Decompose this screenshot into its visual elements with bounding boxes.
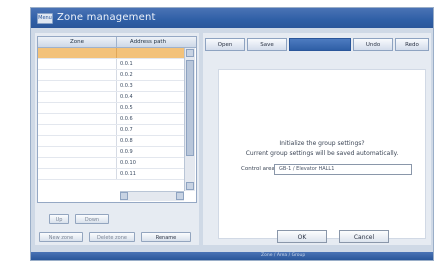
window-title: Zone management [57, 12, 156, 23]
zone-cell [38, 169, 117, 179]
table-row[interactable]: 0.0.1 [38, 59, 186, 70]
status-bar: Zone / Area / Group [31, 252, 433, 260]
menu-button[interactable]: Menu [37, 13, 53, 24]
config-label: Control area [241, 166, 275, 172]
cancel-button[interactable]: Cancel [339, 230, 389, 243]
zone-cell [38, 147, 117, 157]
dialog-note: Current group settings will be saved aut… [245, 150, 399, 157]
table-row[interactable]: 0.0.4 [38, 92, 186, 103]
app-window: Menu Zone management Zone Address path 0… [30, 7, 434, 261]
address-cell: 0.0.11 [120, 171, 136, 177]
zone-cell [38, 125, 117, 135]
table-row[interactable]: 0.0.6 [38, 114, 186, 125]
config-field[interactable]: GB-1 / Elevator HALL1 [274, 164, 412, 175]
table-row[interactable]: 0.0.5 [38, 103, 186, 114]
table-row[interactable]: 0.0.3 [38, 81, 186, 92]
dialog-question: Initialize the group settings? [279, 140, 365, 147]
table-header: Zone Address path [38, 37, 196, 48]
address-cell: 0.0.1 [120, 61, 133, 67]
redo-button[interactable]: Redo [395, 38, 429, 51]
address-cell: 0.0.6 [120, 116, 133, 122]
title-bar: Menu Zone management [31, 8, 433, 28]
zone-cell [38, 70, 117, 80]
address-cell: 0.0.8 [120, 138, 133, 144]
zone-cell [38, 136, 117, 146]
address-cell [120, 48, 180, 58]
address-cell: 0.0.4 [120, 94, 133, 100]
vertical-scrollbar[interactable] [184, 48, 195, 191]
zone-cell [38, 92, 117, 102]
address-cell: 0.0.2 [120, 72, 133, 78]
undo-button[interactable]: Undo [353, 38, 393, 51]
horizontal-scrollbar[interactable] [120, 191, 184, 201]
column-header-zone[interactable]: Zone [38, 37, 117, 47]
address-cell: 0.0.7 [120, 127, 133, 133]
ok-button[interactable]: OK [277, 230, 327, 243]
table-row[interactable]: 0.0.9 [38, 147, 186, 158]
zone-cell [38, 103, 117, 113]
move-up-button[interactable]: Up [49, 214, 69, 224]
table-row[interactable] [38, 48, 186, 59]
save-button[interactable]: Save [247, 38, 287, 51]
rename-button[interactable]: Rename [141, 232, 191, 242]
zone-cell [38, 114, 117, 124]
active-tab[interactable] [289, 38, 351, 51]
delete-zone-button[interactable]: Delete zone [89, 232, 135, 242]
zone-cell [38, 81, 117, 91]
table-row[interactable]: 0.0.7 [38, 125, 186, 136]
zone-list-panel: Zone Address path 0.0.1 0.0.2 0.0.3 0.0.… [35, 33, 199, 245]
new-zone-button[interactable]: New zone [39, 232, 83, 242]
address-cell: 0.0.5 [120, 105, 133, 111]
scroll-down-icon[interactable] [186, 182, 194, 190]
column-header-address[interactable]: Address path [118, 37, 178, 47]
table-row[interactable]: 0.0.8 [38, 136, 186, 147]
scroll-thumb[interactable] [186, 60, 194, 156]
toolbar: Open Save Undo Redo [203, 38, 431, 52]
scroll-up-icon[interactable] [186, 49, 194, 57]
settings-panel: Open Save Undo Redo Initialize the group… [203, 33, 431, 245]
zone-table: Zone Address path 0.0.1 0.0.2 0.0.3 0.0.… [37, 36, 197, 203]
move-down-button[interactable]: Down [75, 214, 109, 224]
zone-cell [38, 48, 117, 58]
table-row[interactable]: 0.0.10 [38, 158, 186, 169]
zone-cell [38, 158, 117, 168]
scroll-left-icon[interactable] [120, 192, 128, 200]
table-row[interactable]: 0.0.2 [38, 70, 186, 81]
address-cell: 0.0.3 [120, 83, 133, 89]
scroll-right-icon[interactable] [176, 192, 184, 200]
open-button[interactable]: Open [205, 38, 245, 51]
initialize-dialog: Initialize the group settings? Current g… [218, 69, 426, 243]
zone-cell [38, 59, 117, 69]
table-row[interactable]: 0.0.11 [38, 169, 186, 180]
address-cell: 0.0.10 [120, 160, 136, 166]
status-text: Zone / Area / Group [261, 253, 306, 258]
address-cell: 0.0.9 [120, 149, 133, 155]
